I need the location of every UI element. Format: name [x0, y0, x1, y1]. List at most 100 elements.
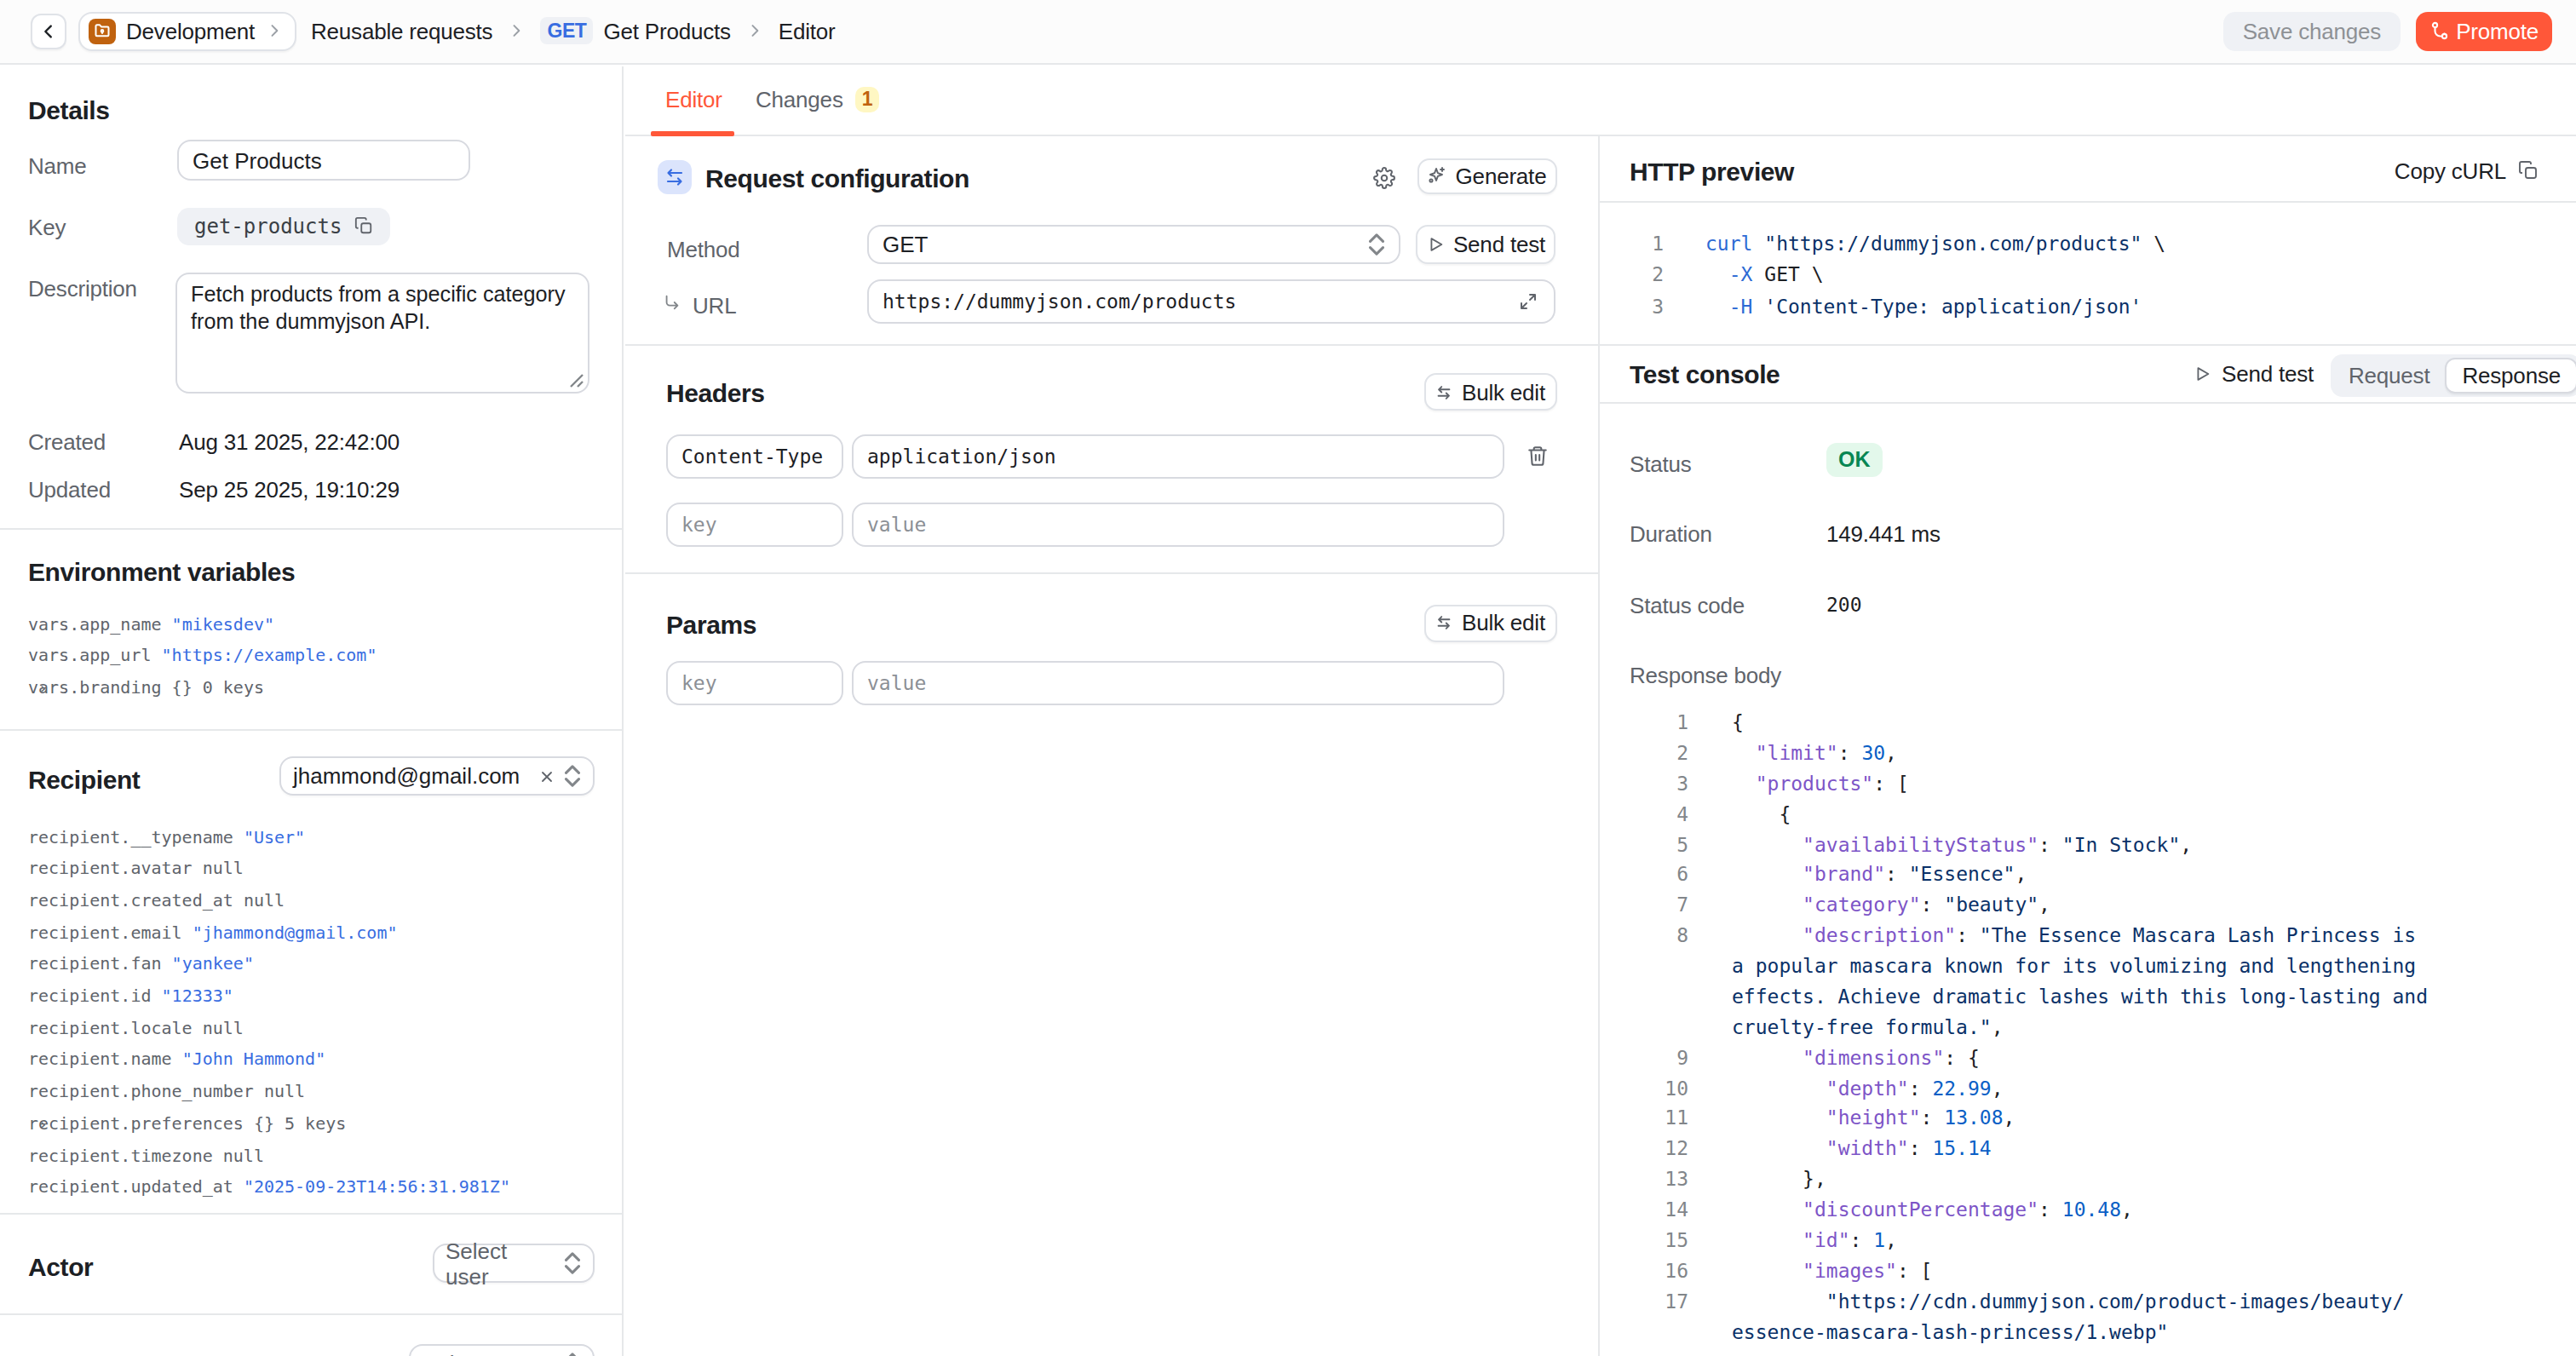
name-label: Name	[28, 152, 87, 178]
recipient-prop-value: "John Hammond"	[182, 1050, 326, 1069]
params-bulk-edit-button[interactable]: Bulk edit	[1423, 604, 1556, 641]
promote-icon	[2429, 21, 2449, 42]
line-number: 5	[1600, 830, 1688, 861]
url-input[interactable]: https://dummyjson.com/products	[867, 279, 1555, 324]
code-line: 3 -H 'Content-Type: application/json'	[1600, 291, 2576, 323]
workspace-switcher[interactable]: Development	[78, 11, 296, 51]
copy-curl-button[interactable]: Copy cURL	[2395, 158, 2539, 183]
line-number: 7	[1600, 892, 1688, 922]
expand-chevron-icon[interactable]: ›	[38, 673, 48, 704]
promote-button[interactable]: Promote	[2415, 12, 2552, 50]
tab-changes[interactable]: Changes 1	[756, 86, 879, 112]
name-input[interactable]: Get Products	[177, 140, 470, 181]
top-bar: Development Reusable requests GET Get Pr…	[0, 0, 2576, 64]
recipient-prop-key: recipient.name	[28, 1050, 182, 1069]
duration-label: Duration	[1630, 521, 1712, 547]
details-title: Details	[28, 95, 110, 124]
key-badge: get-products	[177, 208, 389, 244]
method-label: Method	[667, 237, 740, 262]
delete-header-icon[interactable]	[1526, 444, 1548, 466]
line-number: 6	[1600, 861, 1688, 892]
recipient-prop-row[interactable]: ›recipient.preferences {} 5 keys	[28, 1109, 614, 1141]
line-number: 3	[1600, 770, 1688, 801]
recipient-properties-list: recipient.__typename "User"recipient.ava…	[28, 822, 614, 1204]
tab-editor[interactable]: Editor	[665, 86, 722, 112]
method-badge: GET	[540, 18, 593, 45]
created-value: Aug 31 2025, 22:42:00	[179, 428, 400, 454]
breadcrumb-request-name[interactable]: Get Products	[604, 19, 731, 44]
save-changes-button[interactable]: Save changes	[2224, 12, 2400, 50]
recipient-prop-row: recipient.email "jhammond@gmail.com"	[28, 917, 614, 949]
recipient-prop-key: recipient.__typename	[28, 827, 244, 846]
expand-icon[interactable]	[1518, 291, 1538, 312]
header-key-input-empty[interactable]: key	[666, 502, 843, 547]
line-number: 4	[1600, 800, 1688, 830]
generate-button[interactable]: Generate	[1417, 158, 1556, 194]
http-preview-header: HTTP preview Copy cURL	[1600, 135, 2576, 203]
toggle-response[interactable]: Response	[2445, 357, 2576, 393]
code-line: 8 "description": "The Essence Mascara La…	[1600, 922, 2576, 952]
copy-icon[interactable]	[354, 217, 372, 236]
status-code-label: Status code	[1630, 592, 1745, 618]
param-key-input[interactable]: key	[666, 660, 843, 705]
breadcrumb-editor[interactable]: Editor	[779, 19, 836, 44]
editor-column: Request configuration Generate Method GE…	[624, 135, 1599, 1356]
recipient-prop-value: {} 5 keys	[254, 1114, 346, 1133]
chevron-right-icon	[746, 23, 763, 40]
header-key-input[interactable]: Content-Type	[666, 434, 843, 479]
request-config-icon	[658, 160, 692, 194]
param-value-input[interactable]: value	[852, 660, 1504, 705]
code-line: effects. Achieve dramatic lashes with th…	[1600, 983, 2576, 1014]
header-value-input[interactable]: application/json	[852, 434, 1504, 479]
recipient-prop-key: recipient.id	[28, 986, 162, 1005]
chevron-right-icon	[508, 23, 525, 40]
line-number: 1	[1600, 228, 1664, 260]
recipient-prop-key: recipient.timezone	[28, 1146, 223, 1164]
method-select[interactable]: GET	[867, 224, 1400, 263]
code-line: cruelty-free formula.",	[1600, 1014, 2576, 1044]
env-var-row[interactable]: ›vars.branding {} 0 keys	[28, 673, 604, 704]
environment-variables-title: Environment variables	[28, 557, 295, 586]
code-line: 17 "https://cdn.dummyjson.com/product-im…	[1600, 1287, 2576, 1318]
console-send-test-button[interactable]: Send test	[2193, 361, 2314, 387]
line-number: 9	[1600, 1043, 1688, 1074]
toggle-request[interactable]: Request	[2333, 357, 2445, 393]
recipient-prop-row: recipient.__typename "User"	[28, 822, 614, 853]
code-line: 1curl "https://dummyjson.com/products" \	[1600, 228, 2576, 260]
status-label: Status	[1630, 451, 1692, 476]
recipient-prop-row: recipient.updated_at "2025-09-23T14:56:3…	[28, 1172, 614, 1204]
description-textarea[interactable]: Fetch products from a specific category …	[175, 273, 589, 393]
line-number: 14	[1600, 1196, 1688, 1227]
duration-value: 149.441 ms	[1826, 521, 1941, 547]
play-icon	[2193, 365, 2211, 383]
line-number: 2	[1600, 739, 1688, 770]
preview-column: HTTP preview Copy cURL 1curl "https://du…	[1600, 135, 2576, 1356]
headers-bulk-edit-button[interactable]: Bulk edit	[1423, 373, 1556, 411]
recipient-prop-key: recipient.fan	[28, 955, 172, 974]
breadcrumb-reusable-requests[interactable]: Reusable requests	[311, 19, 492, 44]
target-select[interactable]: Select tenant	[409, 1344, 594, 1356]
send-test-button[interactable]: Send test	[1416, 224, 1555, 263]
line-number: 17	[1600, 1287, 1688, 1318]
response-body-label: Response body	[1630, 663, 1781, 688]
code-line: 5 "availabilityStatus": "In Stock",	[1600, 830, 2576, 861]
line-number: 10	[1600, 1074, 1688, 1105]
headers-title: Headers	[666, 378, 765, 407]
actor-select[interactable]: Select user	[432, 1244, 594, 1283]
code-line: 3 "products": [	[1600, 770, 2576, 801]
recipient-prop-value: "2025-09-23T14:56:31.981Z"	[244, 1177, 510, 1196]
resize-handle[interactable]	[566, 369, 584, 388]
gear-icon[interactable]	[1372, 166, 1394, 188]
clear-icon[interactable]	[538, 767, 555, 784]
recipient-select[interactable]: jhammond@gmail.com	[279, 756, 594, 796]
folder-icon	[89, 19, 116, 44]
bulk-edit-icon	[1435, 382, 1453, 401]
status-badge: OK	[1826, 442, 1883, 476]
header-value-input-empty[interactable]: value	[852, 502, 1504, 547]
recipient-prop-row: recipient.id "12333"	[28, 981, 614, 1013]
recipient-prop-row: recipient.timezone null	[28, 1141, 614, 1172]
back-button[interactable]	[31, 13, 66, 49]
code-line: 7 "category": "beauty",	[1600, 892, 2576, 922]
expand-chevron-icon[interactable]: ›	[38, 1109, 48, 1141]
request-config-title: Request configuration	[705, 164, 969, 192]
